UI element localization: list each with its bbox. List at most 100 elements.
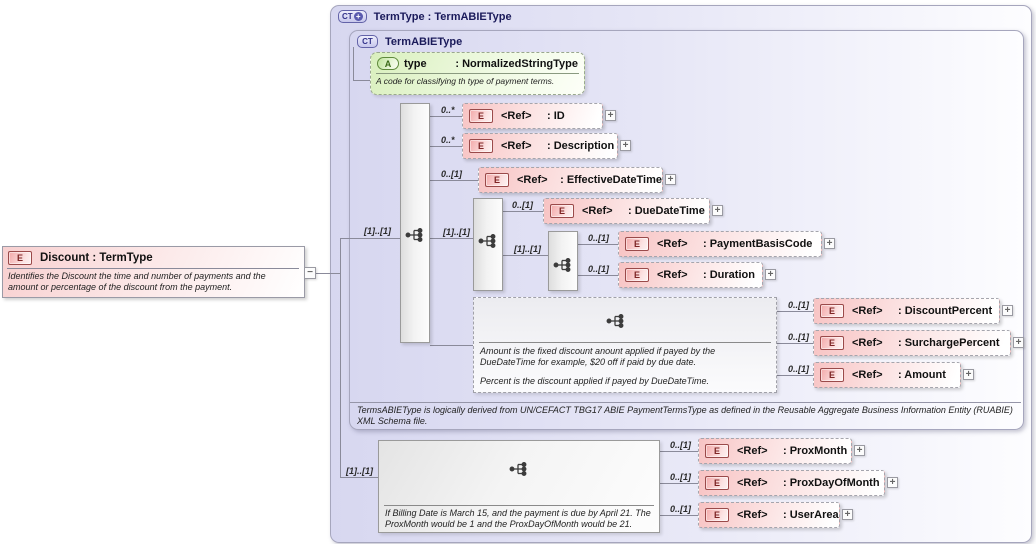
connector-line bbox=[340, 238, 341, 478]
ref-label: <Ref> bbox=[852, 337, 883, 349]
ref-type: : Description bbox=[547, 140, 615, 152]
expand-icon[interactable]: + bbox=[712, 205, 723, 216]
complextype-termtype-title: TermType : TermABIEType bbox=[373, 10, 512, 23]
cardinality-label: 0..[1] bbox=[788, 300, 810, 310]
element-icon: E bbox=[625, 268, 649, 282]
ref-label: <Ref> bbox=[657, 269, 688, 281]
cardinality-label: 0..* bbox=[441, 135, 455, 145]
sequence-compositor-main[interactable] bbox=[400, 103, 430, 343]
ref-type: : Amount bbox=[898, 369, 946, 381]
attribute-type-label: : NormalizedStringType bbox=[455, 57, 578, 70]
ref-type: : DiscountPercent bbox=[898, 305, 993, 317]
complextype-termtype-header: CT + TermType : TermABIEType bbox=[338, 10, 512, 23]
cardinality-label: 0..[1] bbox=[588, 233, 610, 243]
complextype-termabietype-header: CT TermABIEType bbox=[357, 35, 462, 48]
sequence-icon bbox=[509, 462, 527, 476]
expand-icon[interactable]: + bbox=[1002, 305, 1013, 316]
element-ref-paymentbasiscode[interactable]: E <Ref> : PaymentBasisCode bbox=[618, 231, 822, 257]
cardinality-label: 0..[1] bbox=[670, 472, 692, 482]
connector-line bbox=[660, 483, 698, 484]
expand-icon[interactable]: + bbox=[842, 509, 853, 520]
element-ref-userarea[interactable]: E <Ref> : UserArea bbox=[698, 502, 840, 528]
element-icon: E bbox=[469, 139, 493, 153]
element-ref-discountpercent[interactable]: E <Ref> : DiscountPercent bbox=[813, 298, 1000, 324]
ref-label: <Ref> bbox=[582, 205, 613, 217]
ref-label: <Ref> bbox=[737, 477, 768, 489]
element-ref-proxdayofmonth[interactable]: E <Ref> : ProxDayOfMonth bbox=[698, 470, 885, 496]
cardinality-label: 0..[1] bbox=[788, 364, 810, 374]
cardinality-label: [1]..[1] bbox=[514, 244, 541, 254]
complextype-termabietype-title: TermABIEType bbox=[385, 35, 463, 48]
connector-line bbox=[660, 451, 698, 452]
ref-label: <Ref> bbox=[657, 238, 688, 250]
ref-type: : DueDateTime bbox=[628, 205, 705, 217]
sequence-icon bbox=[553, 258, 571, 272]
cardinality-label: 0..[1] bbox=[670, 504, 692, 514]
group-prox[interactable]: If Billing Date is March 15, and the pay… bbox=[378, 440, 660, 533]
element-ref-id[interactable]: E <Ref> : ID bbox=[462, 103, 603, 129]
connector-line bbox=[430, 238, 473, 239]
schema-diagram-canvas: CT + TermType : TermABIEType CT TermABIET… bbox=[0, 0, 1036, 544]
expand-icon[interactable]: + bbox=[665, 174, 676, 185]
annotation-divider bbox=[384, 505, 654, 506]
element-ref-amount[interactable]: E <Ref> : Amount bbox=[813, 362, 961, 388]
cardinality-label: 0..[1] bbox=[512, 200, 534, 210]
expand-icon[interactable]: + bbox=[620, 140, 631, 151]
connector-line bbox=[353, 80, 370, 81]
ref-type: : ProxDayOfMonth bbox=[783, 477, 880, 489]
element-icon: E bbox=[550, 204, 574, 218]
ref-type: : UserArea bbox=[783, 509, 839, 521]
sequence-icon bbox=[606, 314, 624, 328]
sequence-compositor-basis[interactable] bbox=[548, 231, 578, 291]
ref-label: <Ref> bbox=[501, 140, 532, 152]
element-ref-duedatetime[interactable]: E <Ref> : DueDateTime bbox=[543, 198, 710, 224]
connector-line bbox=[430, 146, 462, 147]
element-discount[interactable]: E Discount : TermType Identifies the Dis… bbox=[2, 246, 305, 298]
element-icon: E bbox=[820, 336, 844, 350]
element-discount-annotation: Identifies the Discount the time and num… bbox=[7, 268, 299, 293]
element-icon: E bbox=[705, 508, 729, 522]
ref-label: <Ref> bbox=[517, 174, 548, 186]
cardinality-label: [1]..[1] bbox=[364, 226, 391, 236]
connector-line bbox=[578, 244, 618, 245]
ref-type: : PaymentBasisCode bbox=[703, 238, 813, 250]
cardinality-label: 0..[1] bbox=[670, 440, 692, 450]
element-icon: E bbox=[469, 109, 493, 123]
ref-type: : EffectiveDateTime bbox=[560, 174, 662, 186]
collapse-icon[interactable]: − bbox=[304, 267, 316, 279]
group-discount-amounts[interactable]: Amount is the fixed discount anount appl… bbox=[473, 297, 777, 393]
ref-label: <Ref> bbox=[852, 369, 883, 381]
element-ref-effectivedatetime[interactable]: E <Ref> : EffectiveDateTime bbox=[478, 167, 663, 193]
element-ref-surchargepercent[interactable]: E <Ref> : SurchargePercent bbox=[813, 330, 1011, 356]
expand-icon[interactable]: + bbox=[765, 269, 776, 280]
attribute-icon: A bbox=[377, 57, 399, 70]
annotation-divider bbox=[479, 342, 771, 343]
attribute-type[interactable]: A type : NormalizedStringType A code for… bbox=[370, 52, 585, 95]
sequence-compositor-due[interactable] bbox=[473, 198, 503, 291]
ref-label: <Ref> bbox=[501, 110, 532, 122]
expand-icon[interactable]: + bbox=[605, 110, 616, 121]
expand-icon[interactable]: + bbox=[963, 369, 974, 380]
connector-line bbox=[503, 211, 543, 212]
expand-icon[interactable]: + bbox=[1013, 337, 1024, 348]
connector-line bbox=[340, 477, 378, 478]
element-ref-proxmonth[interactable]: E <Ref> : ProxMonth bbox=[698, 438, 852, 464]
cardinality-label: [1]..[1] bbox=[346, 466, 373, 476]
attribute-annotation: A code for classifying th type of paymen… bbox=[376, 73, 579, 86]
expand-icon[interactable]: + bbox=[887, 477, 898, 488]
connector-line bbox=[777, 375, 813, 376]
annotation-paragraph: Percent is the discount applied if payed… bbox=[480, 375, 710, 386]
expand-icon[interactable]: + bbox=[854, 445, 865, 456]
complextype-derived-icon: CT + bbox=[338, 10, 367, 23]
element-icon: E bbox=[485, 173, 509, 187]
expand-icon[interactable]: + bbox=[824, 238, 835, 249]
group-discount-annotation: Amount is the fixed discount anount appl… bbox=[480, 346, 772, 395]
element-ref-duration[interactable]: E <Ref> : Duration bbox=[618, 262, 763, 288]
element-ref-description[interactable]: E <Ref> : Description bbox=[462, 133, 618, 159]
ref-label: <Ref> bbox=[737, 445, 768, 457]
annotation-divider bbox=[350, 402, 1021, 403]
sequence-icon bbox=[478, 234, 496, 248]
connector-line bbox=[777, 311, 813, 312]
connector-line bbox=[340, 238, 400, 239]
element-icon: E bbox=[625, 237, 649, 251]
